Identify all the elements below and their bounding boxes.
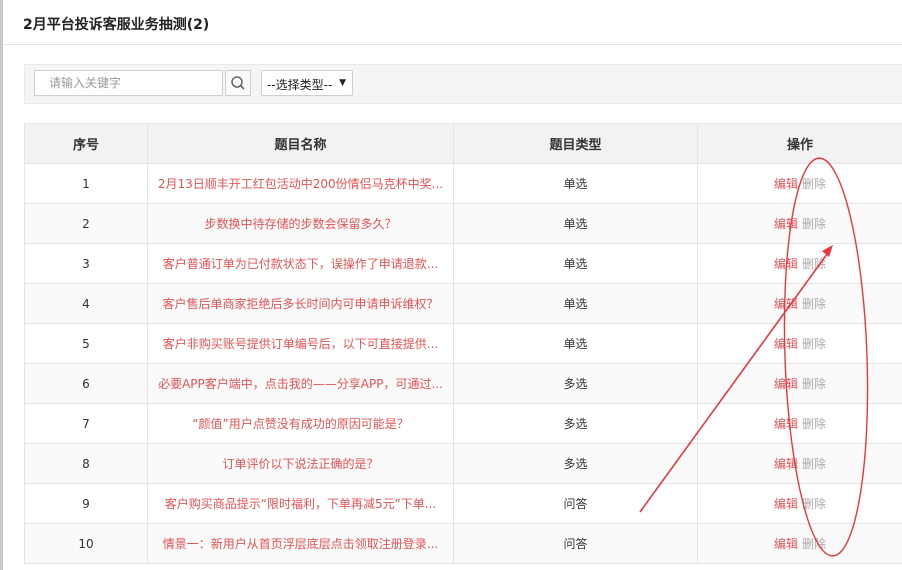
question-type: 问答: [453, 523, 698, 564]
row-actions: 编辑 删除: [697, 443, 902, 484]
question-type: 单选: [453, 163, 698, 204]
row-number: 2: [24, 203, 148, 244]
column-header-type: 题目类型: [453, 123, 698, 164]
question-title-link[interactable]: 2月13日顺丰开工红包活动中200份情侣马克杯中奖...: [147, 163, 454, 204]
question-type: 问答: [453, 483, 698, 524]
row-number: 5: [24, 323, 148, 364]
question-title-link[interactable]: 必要APP客户端中，点击我的——分享APP，可通过...: [147, 363, 454, 404]
edit-link[interactable]: 编辑: [774, 497, 798, 511]
chevron-down-icon: ▼: [339, 78, 346, 88]
row-actions: 编辑 删除: [697, 403, 902, 444]
row-actions: 编辑 删除: [697, 363, 902, 404]
column-header-no: 序号: [24, 123, 148, 164]
question-type: 多选: [453, 363, 698, 404]
row-number: 7: [24, 403, 148, 444]
window-left-edge: [0, 0, 3, 570]
row-actions: 编辑 删除: [697, 163, 902, 204]
table-row: 10 情景一：新用户从首页浮层底层点击领取注册登录... 问答 编辑 删除: [24, 523, 902, 564]
delete-link[interactable]: 删除: [802, 377, 826, 391]
filter-toolbar: --选择类型-- ▼: [24, 64, 902, 104]
edit-link[interactable]: 编辑: [774, 297, 798, 311]
row-number: 6: [24, 363, 148, 404]
type-select-value: --选择类型--: [267, 78, 333, 92]
row-number: 9: [24, 483, 148, 524]
row-actions: 编辑 删除: [697, 203, 902, 244]
delete-link[interactable]: 删除: [802, 337, 826, 351]
row-actions: 编辑 删除: [697, 243, 902, 284]
question-type: 单选: [453, 323, 698, 364]
table-row: 8 订单评价以下说法正确的是？ 多选 编辑 删除: [24, 443, 902, 484]
table-row: 9 客户购买商品提示“限时福利，下单再减5元”下单... 问答 编辑 删除: [24, 483, 902, 524]
question-title-link[interactable]: 客户购买商品提示“限时福利，下单再减5元”下单...: [147, 483, 454, 524]
search-icon: [231, 76, 245, 90]
table-row: 5 客户非购买账号提供订单编号后，以下可直接提供... 单选 编辑 删除: [24, 323, 902, 364]
edit-link[interactable]: 编辑: [774, 457, 798, 471]
edit-link[interactable]: 编辑: [774, 257, 798, 271]
delete-link[interactable]: 删除: [802, 177, 826, 191]
page-title: 2月平台投诉客服业务抽测(2): [23, 17, 210, 33]
edit-link[interactable]: 编辑: [774, 417, 798, 431]
question-title-link[interactable]: 客户普通订单为已付款状态下，误操作了申请退款...: [147, 243, 454, 284]
table-row: 4 客户售后单商家拒绝后多长时间内可申请申诉维权？ 单选 编辑 删除: [24, 283, 902, 324]
question-type: 单选: [453, 243, 698, 284]
row-number: 1: [24, 163, 148, 204]
delete-link[interactable]: 删除: [802, 257, 826, 271]
table-body: 1 2月13日顺丰开工红包活动中200份情侣马克杯中奖... 单选 编辑 删除 2 步数换中…: [24, 163, 902, 564]
row-actions: 编辑 删除: [697, 483, 902, 524]
row-number: 3: [24, 243, 148, 284]
row-actions: 编辑 删除: [697, 283, 902, 324]
table-header-row: 序号 题目名称 题目类型 操作: [24, 123, 902, 164]
title-bar: 2月平台投诉客服业务抽测(2): [3, 0, 902, 45]
question-type: 多选: [453, 443, 698, 484]
question-type: 单选: [453, 283, 698, 324]
type-select[interactable]: --选择类型-- ▼: [261, 70, 353, 96]
search-box: [34, 70, 223, 96]
row-actions: 编辑 删除: [697, 323, 902, 364]
table-row: 3 客户普通订单为已付款状态下，误操作了申请退款... 单选 编辑 删除: [24, 243, 902, 284]
question-type: 单选: [453, 203, 698, 244]
delete-link[interactable]: 删除: [802, 217, 826, 231]
question-title-link[interactable]: 客户非购买账号提供订单编号后，以下可直接提供...: [147, 323, 454, 364]
question-type: 多选: [453, 403, 698, 444]
delete-link[interactable]: 删除: [802, 297, 826, 311]
table-row: 1 2月13日顺丰开工红包活动中200份情侣马克杯中奖... 单选 编辑 删除: [24, 163, 902, 204]
question-title-link[interactable]: 步数换中待存储的步数会保留多久？: [147, 203, 454, 244]
table-row: 2 步数换中待存储的步数会保留多久？ 单选 编辑 删除: [24, 203, 902, 244]
delete-link[interactable]: 删除: [802, 537, 826, 551]
edit-link[interactable]: 编辑: [774, 217, 798, 231]
row-number: 8: [24, 443, 148, 484]
table-row: 7 “颜值”用户点赞没有成功的原因可能是？ 多选 编辑 删除: [24, 403, 902, 444]
edit-link[interactable]: 编辑: [774, 377, 798, 391]
row-number: 4: [24, 283, 148, 324]
question-title-link[interactable]: 订单评价以下说法正确的是？: [147, 443, 454, 484]
row-actions: 编辑 删除: [697, 523, 902, 564]
search-input[interactable]: [35, 71, 211, 95]
search-button[interactable]: [225, 70, 251, 96]
question-table: 序号 题目名称 题目类型 操作 1 2月13日顺丰开工红包活动中200份情侣马克杯…: [24, 123, 902, 564]
row-number: 10: [24, 523, 148, 564]
question-title-link[interactable]: 情景一：新用户从首页浮层底层点击领取注册登录...: [147, 523, 454, 564]
column-header-name: 题目名称: [147, 123, 454, 164]
table-row: 6 必要APP客户端中，点击我的——分享APP，可通过... 多选 编辑 删除: [24, 363, 902, 404]
delete-link[interactable]: 删除: [802, 497, 826, 511]
column-header-actions: 操作: [697, 123, 902, 164]
question-title-link[interactable]: “颜值”用户点赞没有成功的原因可能是？: [147, 403, 454, 444]
delete-link[interactable]: 删除: [802, 457, 826, 471]
edit-link[interactable]: 编辑: [774, 177, 798, 191]
edit-link[interactable]: 编辑: [774, 537, 798, 551]
delete-link[interactable]: 删除: [802, 417, 826, 431]
edit-link[interactable]: 编辑: [774, 337, 798, 351]
question-title-link[interactable]: 客户售后单商家拒绝后多长时间内可申请申诉维权？: [147, 283, 454, 324]
